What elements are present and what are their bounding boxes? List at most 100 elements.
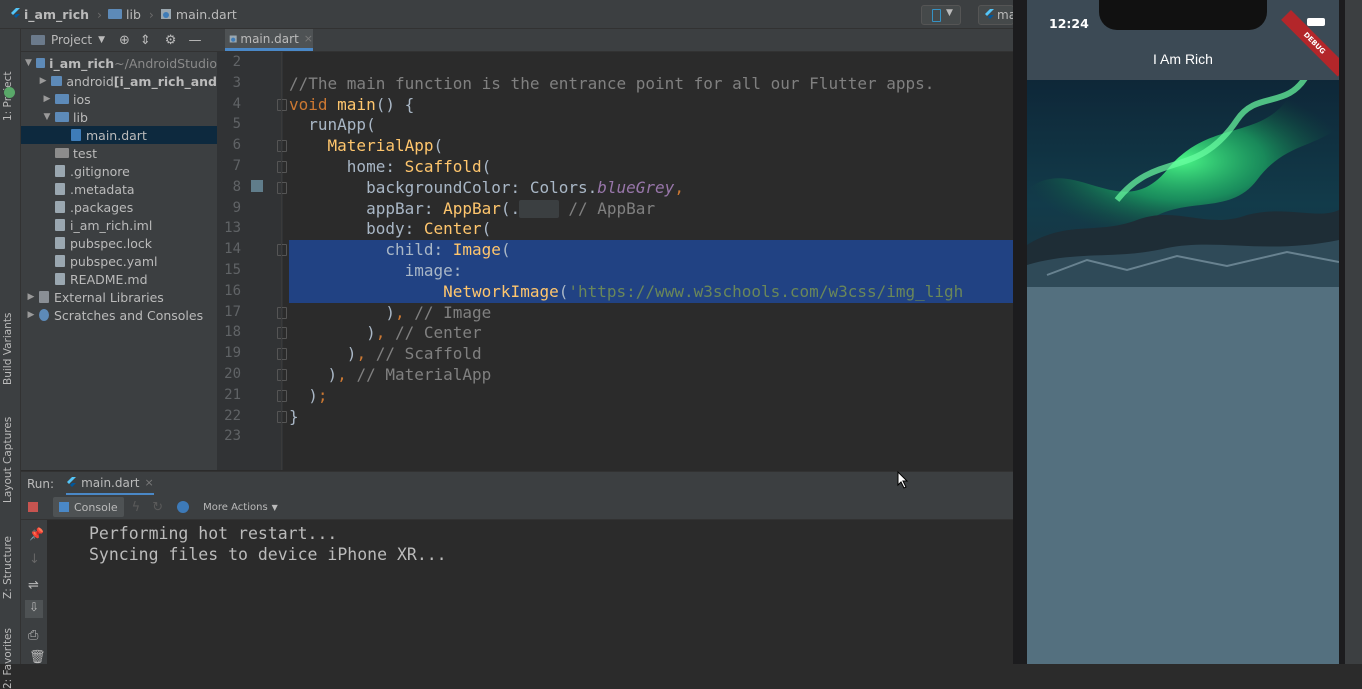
tree-item[interactable]: .metadata — [21, 180, 217, 198]
run-tab-main-dart[interactable]: main.dart × — [66, 472, 154, 496]
folder-icon — [55, 112, 69, 122]
gutter-divider — [281, 52, 282, 470]
tree-item[interactable]: ▶ android [i_am_rich_and — [21, 72, 217, 90]
close-icon[interactable]: × — [144, 476, 153, 489]
fold-marker-icon[interactable] — [277, 140, 287, 153]
collapse-icon[interactable]: ⇕ — [140, 33, 151, 48]
tree-item[interactable]: .gitignore — [21, 162, 217, 180]
tree-item[interactable]: pubspec.lock — [21, 234, 217, 252]
library-icon — [39, 291, 49, 303]
more-actions-button[interactable]: More Actions — [203, 502, 268, 513]
run-label: Run: — [27, 477, 55, 491]
tree-item-label: i_am_rich — [49, 55, 115, 71]
tree-item[interactable]: i_am_rich.iml — [21, 216, 217, 234]
console-line: Performing hot restart... — [89, 524, 338, 543]
lightning-icon[interactable]: ϟ — [132, 500, 141, 515]
console-tab[interactable]: Console — [53, 497, 124, 517]
gear-icon[interactable]: ⚙ — [165, 33, 177, 48]
tree-item[interactable]: ▶ ios — [21, 90, 217, 108]
breadcrumb-folder[interactable]: lib › — [108, 7, 160, 22]
chevron-down-icon[interactable]: ▼ — [98, 35, 105, 45]
tool-window-build-variants[interactable]: Build Variants — [2, 313, 14, 385]
fold-marker-icon[interactable] — [277, 389, 287, 402]
tree-item[interactable]: .packages — [21, 198, 217, 216]
chevron-down-icon[interactable]: ▼ — [272, 503, 278, 512]
tree-item[interactable]: pubspec.yaml — [21, 252, 217, 270]
line-number: 6 — [232, 137, 241, 154]
fold-marker-icon[interactable] — [277, 348, 287, 361]
fold-marker-icon[interactable] — [277, 369, 287, 381]
tree-item[interactable]: test — [21, 144, 217, 162]
tree-item[interactable]: main.dart — [21, 126, 217, 144]
hide-icon[interactable]: — — [188, 33, 201, 48]
device-selector[interactable]: ▼ — [921, 5, 961, 25]
console-output[interactable]: Performing hot restart... Syncing files … — [21, 520, 1013, 664]
trash-icon[interactable]: 🗑 — [29, 650, 46, 665]
console-side-toolbar: ↑ ↓ ⇌ ⇩ ⎙ 🗑 — [21, 520, 47, 665]
stop-icon[interactable] — [28, 502, 38, 512]
chevron-down-icon[interactable]: ▼ — [25, 58, 32, 68]
tool-window-structure[interactable]: Z: Structure — [2, 536, 14, 599]
mouse-cursor-icon — [897, 471, 909, 489]
tree-item-label: Scratches and Consoles — [54, 307, 204, 323]
code-editor[interactable]: 2 3 4 5 6 7 8 9 13 14 15 16 17 18 19 20 21 22 23 //The mai… — [217, 52, 1013, 470]
arrow-down-icon[interactable]: ↓ — [29, 552, 40, 567]
pin-icon[interactable]: 📌 — [29, 527, 44, 541]
flutter-icon — [985, 9, 994, 19]
tree-item[interactable]: ▶ External Libraries — [21, 288, 217, 306]
breadcrumb-project[interactable]: i_am_rich › — [10, 7, 108, 22]
code-line: ), // Scaffold — [289, 344, 482, 364]
phone-icon — [932, 9, 941, 22]
chevron-right-icon[interactable]: ▶ — [27, 310, 35, 320]
target-icon[interactable]: ⊕ — [119, 33, 130, 48]
fold-marker-icon[interactable] — [277, 410, 287, 423]
tree-item-label: lib — [73, 109, 88, 125]
tree-item[interactable]: ▼ lib — [21, 108, 217, 126]
line-number: 3 — [232, 74, 241, 91]
console-line: Syncing files to device iPhone XR... — [89, 545, 447, 564]
tool-window-layout-captures[interactable]: Layout Captures — [2, 417, 14, 503]
restart-icon[interactable]: ↻ — [152, 500, 163, 515]
simulator-screen[interactable]: 12:24 ◠ I Am Rich DEBUG — [1027, 0, 1339, 664]
tree-item-label: pubspec.lock — [70, 235, 153, 251]
code-line: image: — [289, 261, 463, 280]
code-line: ), // MaterialApp — [289, 365, 492, 384]
file-icon — [55, 183, 65, 195]
fold-marker-icon[interactable] — [277, 327, 287, 340]
devtools-icon[interactable] — [177, 501, 190, 513]
line-number: 5 — [232, 116, 241, 133]
chevron-down-icon[interactable]: ▼ — [43, 112, 51, 122]
run-config-label: ma — [997, 8, 1013, 22]
line-number: 2 — [232, 54, 241, 70]
code-line: body: Center( — [289, 219, 492, 239]
fold-marker-icon[interactable] — [277, 306, 287, 319]
editor-gutter: 2 3 4 5 6 7 8 9 13 14 15 16 17 18 19 20 21 22 23 — [217, 52, 287, 470]
fold-marker-icon[interactable] — [277, 244, 287, 257]
soft-wrap-icon[interactable]: ⇌ — [28, 578, 39, 593]
code-line: ); — [289, 385, 328, 405]
project-view-label[interactable]: Project — [51, 33, 92, 47]
tool-window-favorites[interactable]: 2: Favorites — [2, 628, 14, 689]
folded-region[interactable] — [519, 200, 559, 218]
tree-item-label: pubspec.yaml — [70, 253, 158, 269]
fold-marker-icon[interactable] — [277, 98, 287, 111]
phone-notch — [1099, 0, 1267, 30]
fold-marker-icon[interactable] — [277, 161, 287, 173]
code-line: runApp( — [289, 115, 376, 135]
scroll-to-end-icon[interactable]: ⇩ — [25, 600, 43, 618]
fold-marker-icon[interactable] — [277, 181, 287, 194]
status-time: 12:24 — [1049, 16, 1089, 31]
battery-icon — [1307, 18, 1325, 26]
chevron-right-icon[interactable]: ▶ — [27, 292, 35, 302]
run-config-selector[interactable]: ma — [978, 5, 1014, 25]
print-icon[interactable]: ⎙ — [28, 628, 38, 643]
chevron-right-icon[interactable]: ▶ — [40, 76, 47, 86]
run-panel-header: Run: main.dart × — [21, 471, 1013, 496]
breadcrumb-file[interactable]: main.dart — [160, 7, 237, 22]
close-icon[interactable]: × — [304, 32, 313, 45]
tree-item[interactable]: ▼ i_am_rich ~/AndroidStudio — [21, 54, 217, 72]
tree-item[interactable]: ▶ Scratches and Consoles — [21, 306, 217, 324]
tab-main-dart[interactable]: main.dart × — [225, 29, 313, 51]
chevron-right-icon[interactable]: ▶ — [43, 94, 51, 104]
tree-item[interactable]: README.md — [21, 270, 217, 288]
